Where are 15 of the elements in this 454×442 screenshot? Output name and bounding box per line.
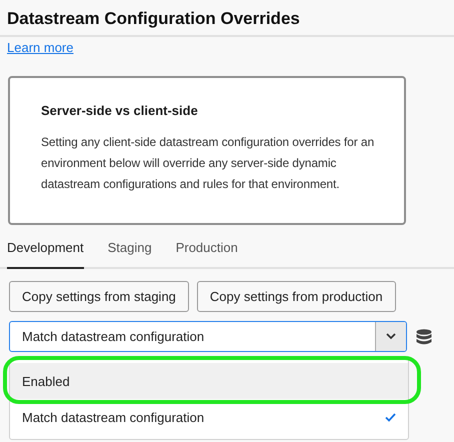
learn-more-link[interactable]: Learn more	[7, 40, 74, 56]
card-body-text: Setting any client-side datastream configuration overrides for an environment below will override any server-side dynamic datastream configurations and rules for that environment.	[41, 134, 376, 193]
environment-tab[interactable]: Production	[176, 240, 238, 269]
chevron-icon	[386, 333, 396, 340]
menu-option[interactable]: Enabled	[10, 363, 408, 399]
environment-tab[interactable]: Development	[7, 240, 84, 269]
section-title: Datastream Configuration Overrides	[7, 8, 301, 30]
environment-tab[interactable]: Staging	[108, 240, 152, 269]
card-heading: Server-side vs client-side	[41, 103, 199, 118]
database-icon[interactable]	[416, 328, 432, 344]
option-label: Match datastream configuration	[22, 410, 204, 424]
option-label: Enabled	[22, 374, 70, 388]
configuration-select[interactable]: Match datastream configuration	[9, 321, 407, 352]
copy-settings-button[interactable]: Copy settings from staging	[9, 281, 189, 312]
copy-settings-button[interactable]: Copy settings from production	[196, 281, 396, 312]
